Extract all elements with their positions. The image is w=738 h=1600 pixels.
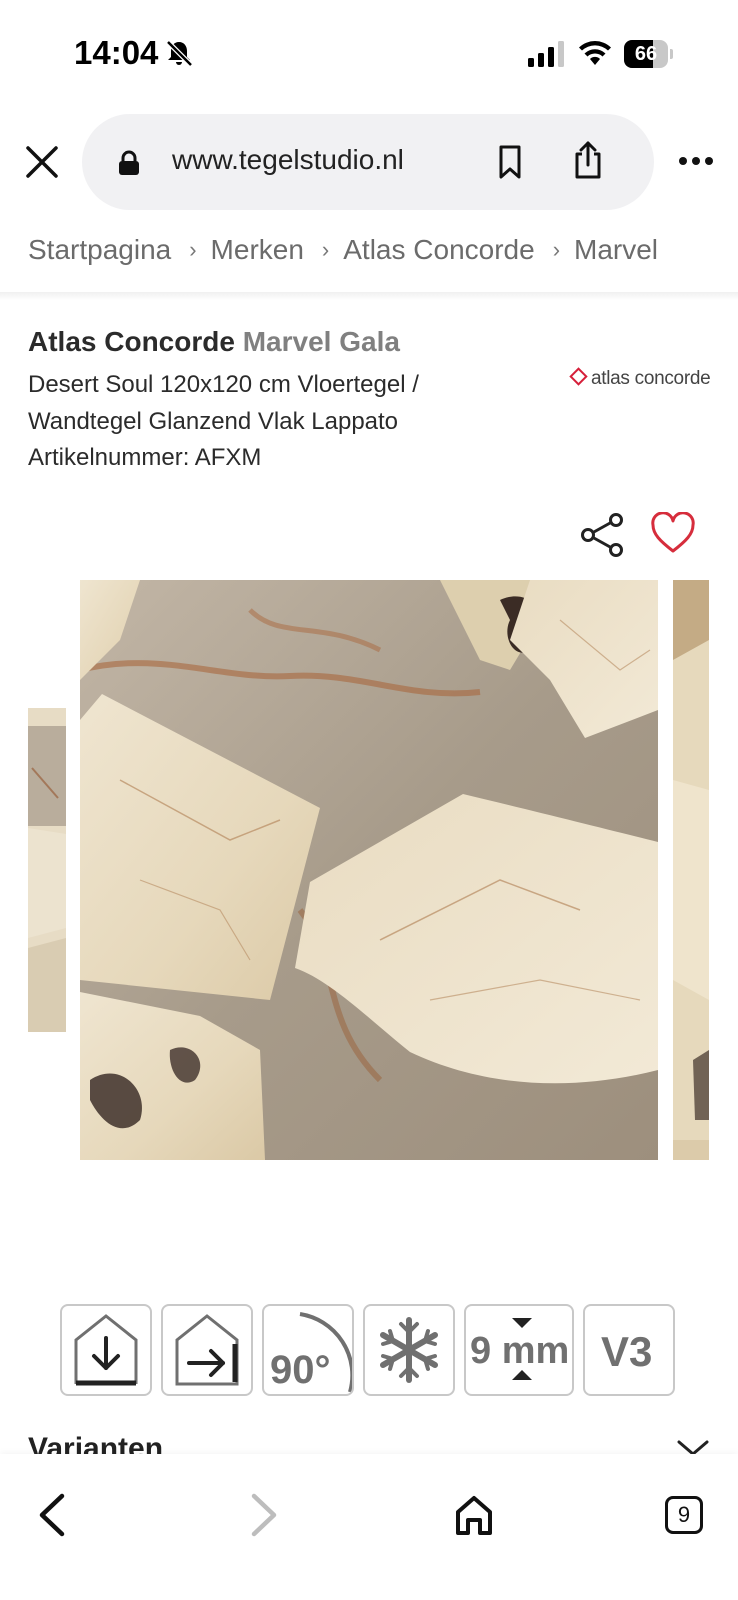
back-icon[interactable] bbox=[36, 1492, 68, 1538]
signal-icon bbox=[528, 41, 564, 67]
breadcrumb-separator: › bbox=[189, 237, 197, 262]
thickness-unit: mm bbox=[501, 1330, 570, 1372]
battery-icon: 66 bbox=[624, 40, 673, 68]
status-time: 14:04 bbox=[74, 34, 159, 71]
breadcrumb-separator: › bbox=[321, 237, 330, 262]
product-brand: Atlas Concorde bbox=[28, 326, 235, 357]
thickness-value: 9 mm bbox=[470, 1330, 569, 1373]
breadcrumb: Startpagina › Merken › Atlas Concorde › Marvel bbox=[28, 234, 710, 274]
more-icon[interactable] bbox=[678, 154, 714, 168]
product-description: Desert Soul 120x120 cm Vloertegel / Wand… bbox=[28, 366, 498, 440]
battery-percentage: 66 bbox=[634, 43, 658, 65]
breadcrumb-item-merken[interactable]: Merken bbox=[211, 234, 304, 265]
feature-icons: 90° 9 mm V3 bbox=[60, 1304, 680, 1396]
indoor-wall-icon[interactable] bbox=[161, 1304, 253, 1396]
brand-logo-text: atlas concorde bbox=[591, 368, 711, 389]
breadcrumb-item-marvel[interactable]: Marvel bbox=[574, 234, 658, 265]
shade-variation-label: V3 bbox=[601, 1328, 653, 1375]
product-description-line: Wandtegel Glanzend Vlak Lappato bbox=[28, 408, 399, 435]
shade-variation-icon[interactable]: V3 bbox=[583, 1304, 675, 1396]
share-icon[interactable] bbox=[572, 140, 604, 180]
frost-resistant-icon[interactable] bbox=[363, 1304, 455, 1396]
indoor-floor-icon[interactable] bbox=[60, 1304, 152, 1396]
browser-toolbar: www.tegelstudio.nl bbox=[0, 112, 738, 212]
breadcrumb-item-startpagina[interactable]: Startpagina bbox=[28, 234, 171, 265]
share-nodes-icon[interactable] bbox=[580, 512, 624, 558]
home-icon[interactable] bbox=[454, 1494, 494, 1536]
product-series: Marvel Gala bbox=[242, 326, 400, 357]
tabs-icon[interactable]: 9 bbox=[665, 1496, 703, 1534]
breadcrumb-separator: › bbox=[552, 237, 561, 262]
image-carousel[interactable] bbox=[0, 580, 738, 1160]
wifi-icon bbox=[579, 41, 611, 65]
breadcrumb-item-atlas-concorde[interactable]: Atlas Concorde bbox=[343, 234, 534, 265]
carousel-slide-next[interactable] bbox=[673, 580, 709, 1160]
chevron-down-icon[interactable] bbox=[676, 1440, 710, 1454]
address-bar[interactable]: www.tegelstudio.nl bbox=[82, 114, 654, 210]
thickness-number: 9 bbox=[470, 1330, 492, 1372]
carousel-slide-previous[interactable] bbox=[28, 708, 66, 1032]
close-icon[interactable] bbox=[22, 142, 62, 182]
product-description-line: Desert Soul 120x120 cm Vloertegel / bbox=[28, 371, 419, 398]
lock-icon bbox=[119, 150, 139, 175]
heart-icon[interactable] bbox=[650, 512, 696, 554]
brand-logo-mark bbox=[569, 367, 588, 386]
brand-logo[interactable]: atlas concorde bbox=[569, 367, 711, 392]
product-sku: Artikelnummer: AFXM bbox=[28, 444, 262, 471]
rotation-label: 90° bbox=[270, 1348, 331, 1392]
bookmark-icon[interactable] bbox=[496, 144, 524, 180]
browser-bottom-bar: 9 bbox=[0, 1454, 738, 1600]
product-title: Atlas Concorde Marvel Gala bbox=[28, 326, 400, 358]
url-text[interactable]: www.tegelstudio.nl bbox=[172, 144, 404, 176]
section-divider bbox=[0, 292, 738, 300]
thickness-icon[interactable]: 9 mm bbox=[464, 1304, 574, 1396]
bell-slash-icon bbox=[166, 40, 193, 67]
varianten-heading[interactable]: Varianten bbox=[28, 1432, 163, 1456]
rotation-icon[interactable]: 90° bbox=[262, 1304, 354, 1396]
product-image[interactable] bbox=[80, 580, 658, 1160]
status-bar: 14:04 66 bbox=[0, 0, 738, 105]
forward-icon bbox=[251, 1493, 277, 1537]
